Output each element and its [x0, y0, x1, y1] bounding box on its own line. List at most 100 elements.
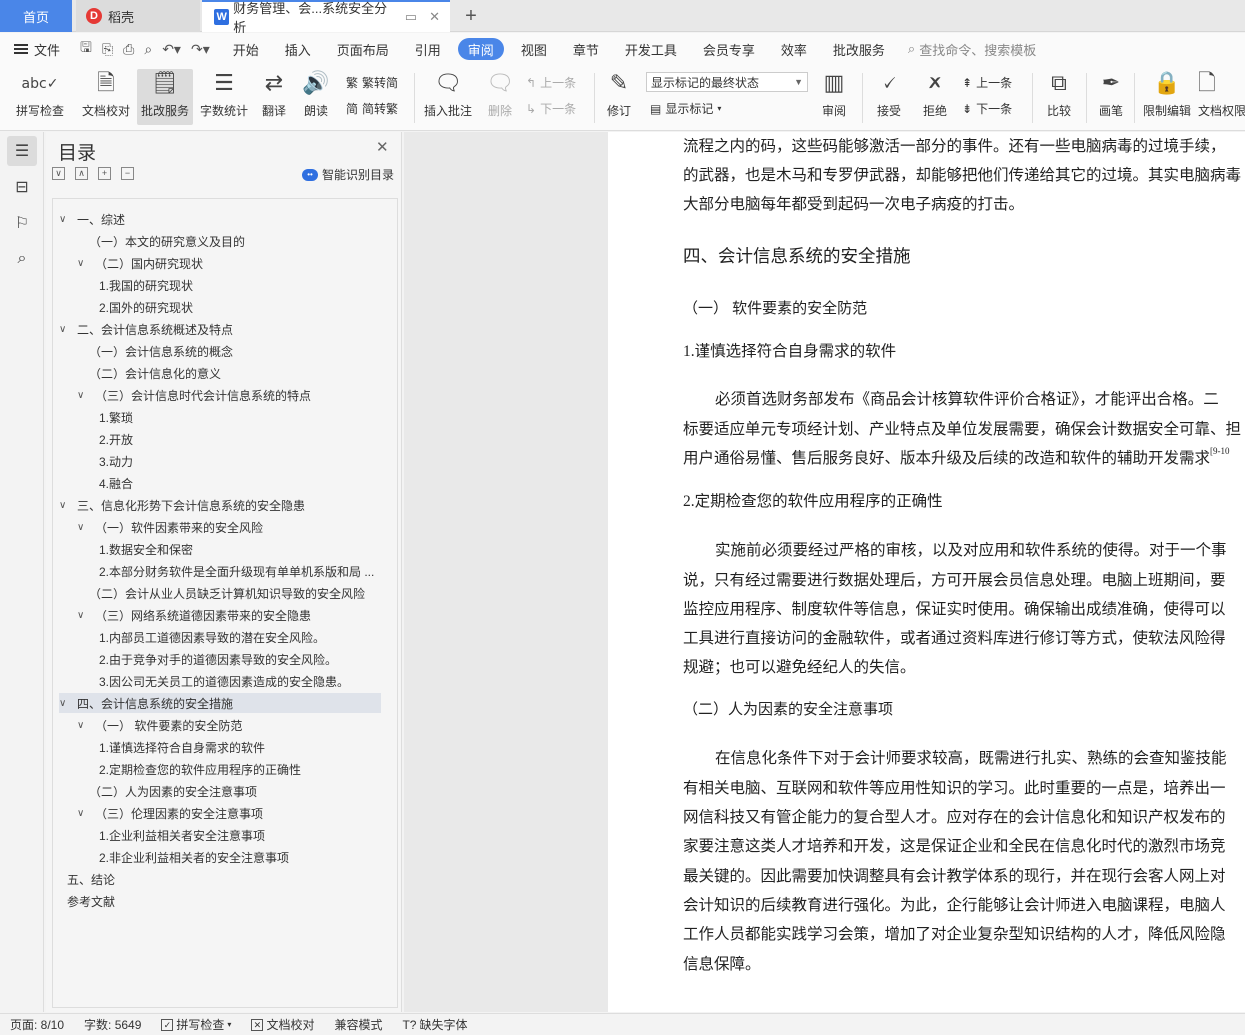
undo-icon[interactable]: ↶▾	[162, 41, 181, 58]
menu-insert[interactable]: 插入	[272, 38, 324, 60]
doc-permission-button[interactable]: 🗋 文档权限	[1198, 69, 1245, 125]
next-change-button[interactable]: ⇟ 下一条	[962, 100, 1012, 117]
toc-item[interactable]: 1.谨慎选择符合自身需求的软件	[99, 737, 391, 757]
chevron-down-icon[interactable]: ∨	[77, 522, 95, 533]
toc-item[interactable]: ∨ 一、综述	[59, 209, 391, 229]
toc-item[interactable]: 1.内部员工道德因素导致的潜在安全风险。	[99, 627, 391, 647]
toc-item[interactable]: 2.定期检查您的软件应用程序的正确性	[99, 759, 391, 779]
restrict-editing-button[interactable]: 🔒 限制编辑	[1140, 69, 1194, 125]
track-changes-button[interactable]: ✎ 修订	[600, 69, 638, 125]
tab-daoke[interactable]: D 稻壳	[76, 0, 200, 32]
redo-icon[interactable]: ↷▾	[191, 41, 210, 58]
toc-item[interactable]: （二）人为因素的安全注意事项	[89, 781, 391, 801]
toc-item[interactable]: ∨ （三）网络系统道德因素带来的安全隐患	[77, 605, 391, 625]
translate-button[interactable]: ⇄ 翻译	[254, 69, 294, 125]
toc-item[interactable]: （二）会计从业人员缺乏计算机知识导致的安全风险	[89, 583, 391, 603]
markup-mode-select[interactable]: 显示标记的最终状态 ▼	[646, 72, 808, 92]
menu-developer[interactable]: 开发工具	[612, 38, 690, 60]
chapter-nav-icon[interactable]: ⊟	[7, 172, 37, 202]
document-page[interactable]: 流程之内的码，这些码能够激活一部分的事件。还有一些电脑病毒的过境手续， 的武器，…	[608, 132, 1245, 1012]
toc-item[interactable]: 3.动力	[99, 451, 391, 471]
chevron-down-icon[interactable]: ∨	[77, 390, 95, 401]
command-search[interactable]: ⌕ 查找命令、搜索模板	[908, 40, 1036, 59]
new-tab-button[interactable]: +	[458, 0, 484, 32]
toc-item[interactable]: 2.本部分财务软件是全面升级现有单单机系版和局 ...	[99, 561, 391, 581]
word-count-button[interactable]: ☰ 字数统计	[196, 69, 252, 125]
menu-correction-service[interactable]: 批改服务	[820, 38, 898, 60]
pen-button[interactable]: ✒ 画笔	[1092, 69, 1130, 125]
monitor-icon[interactable]: ▭	[405, 9, 417, 25]
toc-item[interactable]: 1.我国的研究现状	[99, 275, 391, 295]
toc-item[interactable]: ∨ （二）国内研究现状	[77, 253, 391, 273]
reject-button[interactable]: 🗶 拒绝	[914, 69, 956, 125]
correction-service-button[interactable]: 🗒 批改服务	[137, 69, 193, 125]
chevron-down-icon[interactable]: ∨	[59, 500, 77, 511]
show-markup-button[interactable]: ▤ 显示标记 ▾	[650, 100, 721, 117]
toc-item[interactable]: 1.繁琐	[99, 407, 391, 427]
print-icon[interactable]: ⎙	[123, 41, 134, 58]
toc-item[interactable]: 4.融合	[99, 473, 391, 493]
prev-change-button[interactable]: ⇞ 上一条	[962, 74, 1012, 91]
next-comment-button[interactable]: ↳ 下一条	[526, 100, 576, 117]
file-menu[interactable]: 文件	[0, 40, 70, 59]
toc-item[interactable]: ∨ 四、会计信息系统的安全措施	[59, 693, 381, 713]
save-icon[interactable]: 🖫	[80, 37, 92, 61]
doc-proofread-button[interactable]: 🗎 文档校对	[78, 69, 134, 125]
chevron-down-icon[interactable]: ∨	[77, 720, 95, 731]
menu-start[interactable]: 开始	[220, 38, 272, 60]
chevron-down-icon[interactable]: ∨	[77, 808, 95, 819]
add-heading-icon[interactable]: +	[98, 167, 111, 180]
compare-button[interactable]: ⧉ 比较	[1038, 69, 1080, 125]
chevron-down-icon[interactable]: ∨	[77, 258, 95, 269]
print-preview-icon[interactable]: ⌕	[144, 41, 152, 58]
read-aloud-button[interactable]: 🔊 朗读	[298, 69, 334, 125]
bookmark-icon[interactable]: ⚐	[7, 208, 37, 238]
insert-comment-button[interactable]: 🗨 插入批注	[420, 69, 476, 125]
toc-item[interactable]: ∨ （三）会计信息时代会计信息系统的特点	[77, 385, 391, 405]
proofread-status[interactable]: ✕ 文档校对	[241, 1016, 324, 1033]
close-tab-icon[interactable]: ✕	[429, 9, 440, 25]
toc-item[interactable]: 参考文献	[67, 891, 391, 911]
toc-item[interactable]: （二）会计信息化的意义	[89, 363, 391, 383]
expand-all-icon[interactable]: ∨	[52, 167, 65, 180]
toc-item[interactable]: 2.由于竞争对手的道德因素导致的安全风险。	[99, 649, 391, 669]
toc-item[interactable]: 2.开放	[99, 429, 391, 449]
toc-item[interactable]: ∨ （一） 软件要素的安全防范	[77, 715, 391, 735]
toc-item[interactable]: ∨ （三）伦理因素的安全注意事项	[77, 803, 391, 823]
toc-item[interactable]: 2.国外的研究现状	[99, 297, 391, 317]
chevron-down-icon[interactable]: ∨	[59, 214, 77, 225]
simp-to-trad-button[interactable]: 简简转繁	[346, 100, 398, 117]
toc-item[interactable]: 3.因公司无关员工的道德因素造成的安全隐患。	[99, 671, 391, 691]
smart-toc-button[interactable]: •• 智能识别目录	[302, 166, 394, 183]
close-icon[interactable]: ✕	[376, 138, 389, 156]
toc-item[interactable]: ∨ 二、会计信息系统概述及特点	[59, 319, 391, 339]
chevron-down-icon[interactable]: ∨	[77, 610, 95, 621]
tab-home[interactable]: 首页	[0, 0, 72, 32]
menu-page-layout[interactable]: 页面布局	[324, 38, 402, 60]
search-icon[interactable]: ⌕	[7, 244, 37, 274]
missing-font-button[interactable]: T? 缺失字体	[392, 1016, 477, 1033]
accept-button[interactable]: 🗸 接受	[868, 69, 910, 125]
toc-item[interactable]: 五、结论	[67, 869, 391, 889]
delete-comment-button[interactable]: 🗨 删除	[480, 69, 520, 125]
toc-item[interactable]: ∨ 三、信息化形势下会计信息系统的安全隐患	[59, 495, 391, 515]
export-pdf-icon[interactable]: ⎘	[102, 41, 113, 58]
menu-references[interactable]: 引用	[402, 38, 454, 60]
chevron-down-icon[interactable]: ∨	[59, 324, 77, 335]
menu-view[interactable]: 视图	[508, 38, 560, 60]
toc-panel-icon[interactable]: ☰	[7, 136, 37, 166]
review-pane-button[interactable]: ▥ 审阅	[814, 69, 854, 125]
toc-item[interactable]: （一）会计信息系统的概念	[89, 341, 391, 361]
toc-item[interactable]: 1.数据安全和保密	[99, 539, 391, 559]
toc-item[interactable]: 1.企业利益相关者安全注意事项	[99, 825, 391, 845]
chevron-down-icon[interactable]: ∨	[59, 698, 77, 709]
toc-item[interactable]: ∨ （一）软件因素带来的安全风险	[77, 517, 391, 537]
menu-chapter[interactable]: 章节	[560, 38, 612, 60]
prev-comment-button[interactable]: ↰ 上一条	[526, 74, 576, 91]
page-indicator[interactable]: 页面: 8/10	[0, 1016, 74, 1033]
word-count-indicator[interactable]: 字数: 5649	[74, 1016, 151, 1033]
spell-check-status[interactable]: ✓ 拼写检查 ▾	[151, 1016, 241, 1033]
menu-review[interactable]: 审阅	[457, 38, 504, 60]
tab-document[interactable]: W 财务管理、会...系统安全分析 ▭ ✕	[202, 0, 450, 35]
trad-to-simp-button[interactable]: 繁繁转简	[346, 74, 398, 91]
